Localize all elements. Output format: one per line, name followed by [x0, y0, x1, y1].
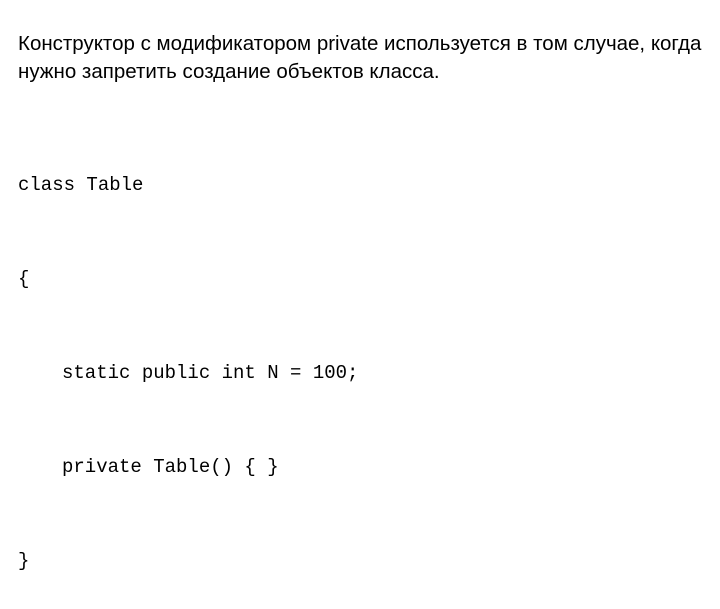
code-line-constructor: private Table() { } — [18, 452, 702, 483]
paragraph-description: Конструктор с модификатором private испо… — [18, 30, 702, 85]
code-block: class Table { static public int N = 100;… — [18, 107, 702, 609]
code-line-open-brace: { — [18, 264, 702, 295]
code-line-class: class Table — [18, 170, 702, 201]
code-line-close-brace: } — [18, 546, 702, 577]
code-line-field: static public int N = 100; — [18, 358, 702, 389]
